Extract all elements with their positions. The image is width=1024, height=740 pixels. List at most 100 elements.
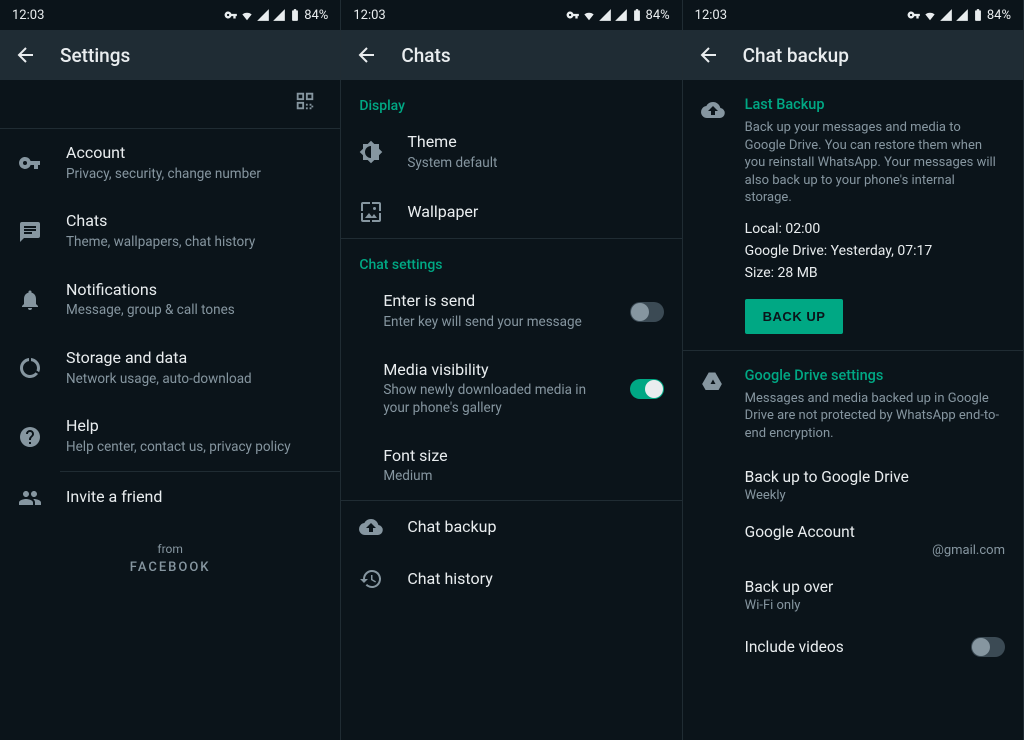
status-bar: 12:03 84% <box>341 0 681 30</box>
item-subtitle: Weekly <box>745 488 1005 503</box>
status-time: 12:03 <box>12 8 44 23</box>
gds-backup-to[interactable]: Back up to Google Drive Weekly <box>683 458 1023 513</box>
item-title: Google Account <box>745 523 1005 541</box>
page-title: Chats <box>401 44 450 67</box>
status-time: 12:03 <box>353 8 385 23</box>
item-title: Back up over <box>745 578 1005 596</box>
item-title: Chats <box>66 211 322 232</box>
signal-icon <box>939 8 953 22</box>
gds-include-videos[interactable]: Include videos <box>683 623 1023 671</box>
backup-button[interactable]: BACK UP <box>745 299 844 334</box>
enter-send-toggle[interactable] <box>630 302 664 322</box>
battery-icon <box>288 8 302 22</box>
wifi-icon <box>582 8 596 22</box>
signal-icon-2 <box>614 8 628 22</box>
settings-item-notifications[interactable]: Notifications Message, group & call tone… <box>0 266 340 334</box>
last-backup-desc: Back up your messages and media to Googl… <box>745 119 1005 207</box>
backup-content: Last Backup Back up your messages and me… <box>683 80 1023 740</box>
media-visibility-toggle[interactable] <box>630 379 664 399</box>
item-title: Account <box>66 143 322 164</box>
gds-backup-over[interactable]: Back up over Wi-Fi only <box>683 568 1023 623</box>
item-title: Font size <box>383 446 663 467</box>
gds-block: Google Drive settings Messages and media… <box>683 351 1023 459</box>
settings-item-storage[interactable]: Storage and data Network usage, auto-dow… <box>0 334 340 402</box>
signal-icon <box>256 8 270 22</box>
chats-item-chat-history[interactable]: Chat history <box>341 553 681 605</box>
chats-item-wallpaper[interactable]: Wallpaper <box>341 186 681 238</box>
app-bar: Settings <box>0 30 340 80</box>
item-title: Back up to Google Drive <box>745 468 1005 486</box>
gds-desc: Messages and media backed up in Google D… <box>745 390 1005 443</box>
backup-stats: Local: 02:00 Google Drive: Yesterday, 07… <box>745 221 1005 281</box>
settings-item-help[interactable]: Help Help center, contact us, privacy po… <box>0 402 340 470</box>
page-title: Chat backup <box>743 44 849 67</box>
battery-icon <box>971 8 985 22</box>
back-icon[interactable] <box>355 43 379 67</box>
include-videos-toggle[interactable] <box>971 637 1005 657</box>
item-subtitle: Privacy, security, change number <box>66 166 322 184</box>
chats-item-chat-backup[interactable]: Chat backup <box>341 501 681 553</box>
status-icons: 84% <box>224 8 328 23</box>
item-title: Chat history <box>407 569 663 590</box>
settings-item-invite[interactable]: Invite a friend <box>0 472 340 524</box>
chats-item-font-size[interactable]: Font size Medium <box>341 432 681 500</box>
item-title: Include videos <box>745 638 844 656</box>
theme-icon <box>359 140 383 164</box>
bell-icon <box>18 288 42 312</box>
vpn-key-icon <box>224 8 238 22</box>
wallpaper-icon <box>359 200 383 224</box>
status-bar: 12:03 84% <box>0 0 340 30</box>
vpn-key-icon <box>566 8 580 22</box>
from-facebook: from FACEBOOK <box>0 542 340 575</box>
item-title: Media visibility <box>383 360 605 381</box>
item-subtitle: Medium <box>383 468 663 486</box>
data-usage-icon <box>18 356 42 380</box>
battery-percent: 84% <box>304 8 328 23</box>
chat-backup-panel: 12:03 84% Chat backup Last Backup Back u… <box>683 0 1024 740</box>
item-subtitle: Wi-Fi only <box>745 598 1005 613</box>
chats-item-media-visibility[interactable]: Media visibility Show newly downloaded m… <box>341 346 681 432</box>
battery-icon <box>630 8 644 22</box>
item-title: Chat backup <box>407 517 663 538</box>
battery-percent: 84% <box>987 8 1011 23</box>
cloud-upload-icon <box>701 98 725 122</box>
chats-item-theme[interactable]: Theme System default <box>341 118 681 186</box>
signal-icon-2 <box>272 8 286 22</box>
people-icon <box>18 486 42 510</box>
qr-code-icon[interactable] <box>294 90 316 112</box>
wifi-icon <box>240 8 254 22</box>
item-title: Storage and data <box>66 348 322 369</box>
app-bar: Chats <box>341 30 681 80</box>
item-subtitle: Show newly downloaded media in your phon… <box>383 382 605 417</box>
signal-icon <box>598 8 612 22</box>
item-subtitle: Message, group & call tones <box>66 302 322 320</box>
settings-content: Account Privacy, security, change number… <box>0 80 340 740</box>
last-backup-title: Last Backup <box>745 96 1005 113</box>
item-subtitle: Enter key will send your message <box>383 314 605 332</box>
settings-panel: 12:03 84% Settings Account Privacy, secu… <box>0 0 341 740</box>
item-subtitle: @gmail.com <box>745 543 1005 558</box>
settings-item-account[interactable]: Account Privacy, security, change number <box>0 129 340 197</box>
item-subtitle: Theme, wallpapers, chat history <box>66 234 322 252</box>
gds-account[interactable]: Google Account @gmail.com <box>683 513 1023 568</box>
back-icon[interactable] <box>14 43 38 67</box>
status-time: 12:03 <box>695 8 727 23</box>
back-icon[interactable] <box>697 43 721 67</box>
backup-drive: Google Drive: Yesterday, 07:17 <box>745 243 1005 259</box>
gds-title: Google Drive settings <box>745 367 1005 384</box>
backup-local: Local: 02:00 <box>745 221 1005 237</box>
history-icon <box>359 567 383 591</box>
backup-size: Size: 28 MB <box>745 265 1005 281</box>
item-title: Invite a friend <box>66 487 322 508</box>
chat-icon <box>18 220 42 244</box>
last-backup-block: Last Backup Back up your messages and me… <box>683 80 1023 350</box>
status-icons: 84% <box>566 8 670 23</box>
item-title: Theme <box>407 132 663 153</box>
chats-item-enter-send[interactable]: Enter is send Enter key will send your m… <box>341 277 681 345</box>
item-title: Help <box>66 416 322 437</box>
help-icon <box>18 425 42 449</box>
chat-settings-header: Chat settings <box>341 239 681 277</box>
vpn-key-icon <box>907 8 921 22</box>
item-subtitle: System default <box>407 155 663 173</box>
settings-item-chats[interactable]: Chats Theme, wallpapers, chat history <box>0 197 340 265</box>
